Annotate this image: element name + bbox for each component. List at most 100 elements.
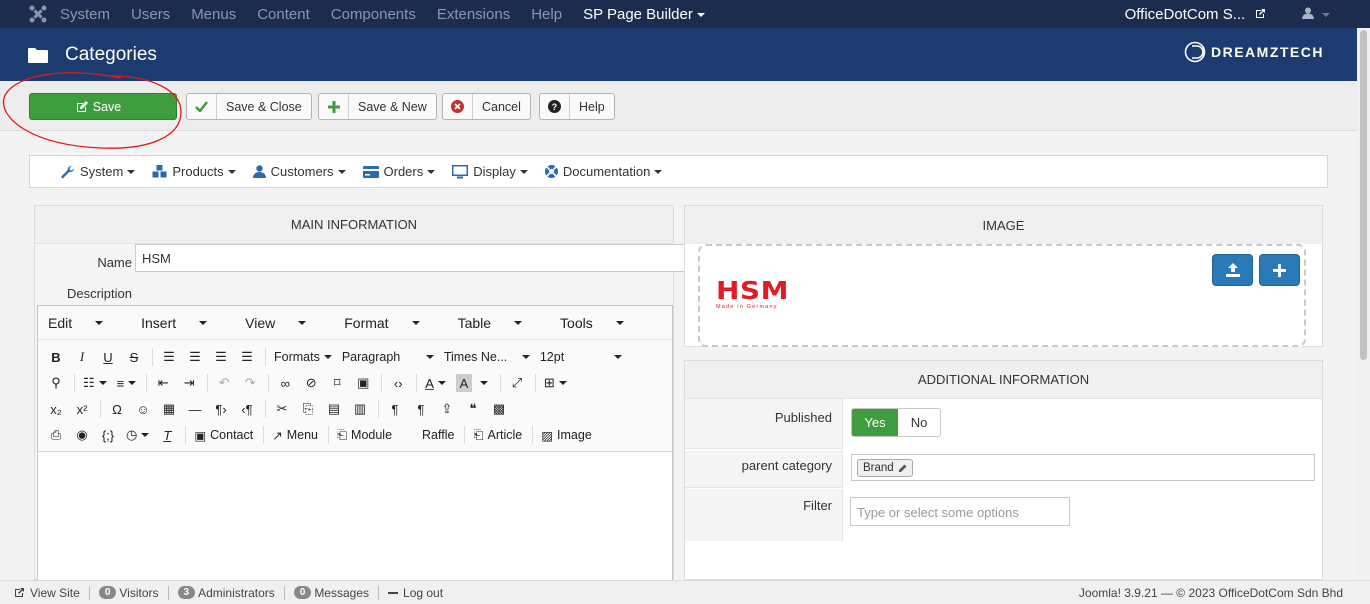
nav-extensions[interactable]: Extensions [437, 6, 510, 23]
page-scrollbar[interactable] [1357, 28, 1370, 580]
filter-input[interactable]: Type or select some options [850, 497, 1070, 526]
align-justify-icon[interactable]: ☰ [239, 348, 255, 366]
user-menu[interactable] [1302, 7, 1330, 22]
bullet-list-icon[interactable]: ☷ [83, 374, 107, 392]
media-icon[interactable]: ▦ [161, 400, 177, 418]
parent-category-select[interactable]: Brand [851, 454, 1315, 481]
indent-icon[interactable]: ⇥ [181, 374, 197, 392]
horizontal-rule-icon[interactable]: — [187, 400, 203, 418]
show-invisibles-icon[interactable]: ¶ [413, 400, 429, 418]
save-close-button[interactable]: Save & Close [186, 93, 312, 120]
messages-label[interactable]: Messages [314, 586, 369, 600]
outdent-icon[interactable]: ⇤ [155, 374, 171, 392]
submenu-orders[interactable]: Orders [362, 164, 436, 179]
editor-menu-insert[interactable]: Insert [141, 315, 226, 331]
submenu-display[interactable]: Display [452, 164, 528, 179]
bookmark-icon[interactable]: ⌑ [329, 374, 345, 392]
add-image-button[interactable] [1259, 254, 1300, 286]
insert-image-icon[interactable]: ▣ [355, 374, 371, 392]
module-button[interactable]: ⎗ Module [337, 426, 392, 444]
article-button[interactable]: ⎗ Article [473, 426, 522, 444]
logout-link[interactable]: Log out [403, 586, 443, 600]
published-yes-option[interactable]: Yes [852, 409, 898, 436]
ltr-icon[interactable]: ¶› [213, 400, 229, 418]
formats-dropdown[interactable]: Formats [274, 348, 332, 366]
blockquote-icon[interactable]: ❝ [465, 400, 481, 418]
upload-button[interactable] [1212, 254, 1253, 286]
binoculars-icon[interactable]: ⚲ [48, 374, 64, 392]
image-dropzone[interactable]: HSM Made in Germany [698, 244, 1306, 347]
cut-icon[interactable]: ✂ [274, 400, 290, 418]
paragraph-dropdown[interactable]: Paragraph [342, 348, 434, 366]
fullscreen-icon[interactable]: ⤢ [509, 374, 525, 392]
undo-icon[interactable]: ↶ [216, 374, 232, 392]
save-button[interactable]: Save [29, 93, 177, 120]
nav-menus[interactable]: Menus [191, 6, 236, 23]
code-icon[interactable]: ‹› [390, 374, 406, 392]
font-size-dropdown[interactable]: 12pt [540, 348, 622, 366]
joomla-logo-icon[interactable] [28, 4, 48, 24]
chevron-down-icon[interactable] [474, 374, 490, 392]
clear-format-icon[interactable]: T [159, 426, 175, 444]
show-blocks-icon[interactable]: ¶ [387, 400, 403, 418]
upload-icon[interactable]: ⇪ [439, 400, 455, 418]
background-color-icon[interactable]: A [455, 374, 472, 392]
submenu-customers[interactable]: Customers [252, 164, 346, 179]
align-center-icon[interactable]: ☰ [187, 348, 203, 366]
save-new-button[interactable]: Save & New [318, 93, 437, 120]
submenu-system[interactable]: System [61, 164, 136, 179]
pencil-icon[interactable] [898, 464, 907, 473]
image-button[interactable]: ▨ Image [541, 426, 592, 444]
submenu-documentation[interactable]: Documentation [544, 164, 663, 179]
unlink-icon[interactable]: ⊘ [303, 374, 319, 392]
name-input[interactable]: HSM [135, 244, 695, 272]
print-icon[interactable]: ⎙ [48, 426, 64, 444]
underline-icon[interactable]: U [100, 348, 116, 366]
view-site-link[interactable]: View Site [30, 586, 80, 600]
editor-menu-format[interactable]: Format [344, 315, 438, 331]
emoticons-icon[interactable]: ☺ [135, 400, 151, 418]
help-button[interactable]: ? Help [539, 93, 615, 120]
submenu-products[interactable]: Products [152, 164, 236, 179]
administrators-label[interactable]: Administrators [198, 586, 275, 600]
published-no-option[interactable]: No [898, 409, 940, 436]
menu-button[interactable]: ↗ Menu [272, 426, 318, 444]
superscript-icon[interactable]: x² [74, 400, 90, 418]
published-toggle[interactable]: Yes No [851, 408, 941, 437]
special-char-icon[interactable]: Ω [109, 400, 125, 418]
insert-time-icon[interactable]: ◷ [126, 426, 150, 444]
site-link[interactable]: OfficeDotCom S... [1125, 6, 1267, 23]
parent-category-chip[interactable]: Brand [857, 459, 913, 477]
template-icon[interactable]: ▩ [491, 400, 507, 418]
paste-text-icon[interactable]: ▥ [352, 400, 368, 418]
visitors-label[interactable]: Visitors [119, 586, 158, 600]
redo-icon[interactable]: ↷ [242, 374, 258, 392]
copy-icon[interactable]: ⎘ [300, 400, 316, 418]
nav-content[interactable]: Content [257, 6, 310, 23]
contact-button[interactable]: ▣ Contact [194, 426, 253, 444]
font-family-dropdown[interactable]: Times Ne... [444, 348, 530, 366]
italic-icon[interactable]: I [74, 348, 90, 366]
nav-sp-page-builder[interactable]: SP Page Builder [583, 6, 705, 23]
bold-icon[interactable]: B [48, 348, 64, 366]
editor-menu-edit[interactable]: Edit [48, 315, 122, 331]
table-icon[interactable]: ⊞ [544, 374, 567, 392]
nav-users[interactable]: Users [131, 6, 170, 23]
scrollbar-thumb[interactable] [1360, 30, 1367, 360]
editor-content-area[interactable] [38, 452, 672, 582]
link-icon[interactable]: ∞ [277, 374, 293, 392]
numbered-list-icon[interactable]: ≡ [117, 374, 137, 392]
strikethrough-icon[interactable]: S [126, 348, 142, 366]
nav-system[interactable]: System [60, 6, 110, 23]
rtl-icon[interactable]: ‹¶ [239, 400, 255, 418]
cancel-button[interactable]: Cancel [442, 93, 531, 120]
nav-components[interactable]: Components [331, 6, 416, 23]
code-sample-icon[interactable]: {;} [100, 426, 116, 444]
preview-icon[interactable]: ◉ [74, 426, 90, 444]
paste-icon[interactable]: ▤ [326, 400, 342, 418]
nav-help[interactable]: Help [531, 6, 562, 23]
align-right-icon[interactable]: ☰ [213, 348, 229, 366]
raffle-button[interactable]: Raffle [422, 426, 454, 444]
editor-menu-view[interactable]: View [245, 315, 325, 331]
text-color-icon[interactable]: A [425, 374, 446, 392]
